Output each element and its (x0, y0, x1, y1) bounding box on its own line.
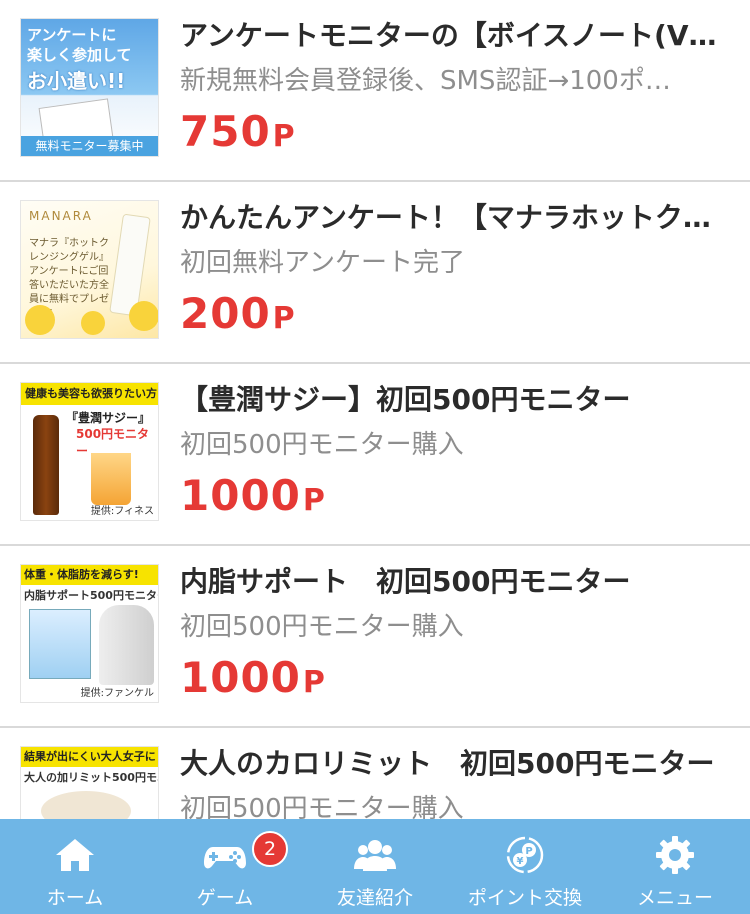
offer-title: 内脂サポート 初回500円モニター (180, 565, 631, 598)
points-unit: P (302, 665, 326, 700)
thumb-header: 結果が出にくい大人女子に (21, 747, 158, 767)
offer-description: 新規無料会員登録後、SMS認証→100ポ… (180, 66, 671, 96)
thumb-credit: 提供:フィネス (90, 506, 154, 517)
glass-illustration (91, 453, 131, 505)
bottle-illustration (33, 415, 59, 515)
thumb-text: 大人の加リミット500円モニター (24, 771, 158, 784)
points-value: 1000 (180, 471, 301, 520)
svg-text:¥: ¥ (517, 856, 524, 867)
tab-menu[interactable]: メニュー (600, 819, 750, 914)
offer-item[interactable]: 健康も美容も欲張りたい方 『豊潤サジー』 500円モニター 提供:フィネス 【豊… (0, 364, 750, 546)
thumb-text: 楽しく参加して (27, 46, 132, 64)
home-icon (56, 839, 94, 871)
tab-game[interactable]: ゲーム 2 (150, 819, 300, 914)
offer-points: 200P (180, 286, 296, 347)
thumb-header: 体重・体脂肪を減らす! (21, 565, 158, 585)
product-box (29, 609, 91, 679)
points-unit: P (272, 301, 296, 336)
friends-icon (354, 840, 396, 871)
offer-description: 初回無料アンケート完了 (180, 248, 465, 278)
offer-item[interactable]: MANARA マナラ『ホットクレンジングゲル』アンケートにご回答いただいた方全員… (0, 182, 750, 364)
tab-label: メニュー (636, 887, 713, 909)
offer-item[interactable]: 体重・体脂肪を減らす! 内脂サポート500円モニター 提供:ファンケル 内脂サポ… (0, 546, 750, 728)
points-value: 200 (180, 289, 271, 338)
thumb-text: 内脂サポート500円モニター (24, 589, 159, 602)
points-unit: P (272, 119, 296, 154)
person-illustration (99, 605, 154, 685)
offer-title: アンケートモニターの【ボイスノート(V… (180, 19, 717, 52)
offer-thumbnail: 体重・体脂肪を減らす! 内脂サポート500円モニター 提供:ファンケル (20, 564, 159, 703)
offer-points: 1000P (180, 468, 326, 529)
tab-label: ホーム (46, 887, 104, 909)
offer-title: かんたんアンケート！【マナラホットク… (180, 201, 711, 234)
notification-badge: 2 (252, 831, 288, 867)
thumb-text: お小遣い!! (27, 69, 126, 93)
point-exchange-icon: P ¥ (506, 836, 544, 874)
tab-friends[interactable]: 友達紹介 (300, 819, 450, 914)
points-unit: P (302, 483, 326, 518)
offer-points: 1000P (180, 650, 326, 711)
offer-list: アンケートに 楽しく参加して お小遣い!! 無料モニター募集中 アンケートモニタ… (0, 0, 750, 914)
tab-home[interactable]: ホーム (0, 819, 150, 914)
thumb-footer: 無料モニター募集中 (21, 136, 158, 156)
thumb-text: アンケートに (27, 26, 117, 44)
lemon-illustration (129, 301, 158, 331)
offer-description: 初回500円モニター購入 (180, 430, 464, 460)
offer-thumbnail: MANARA マナラ『ホットクレンジングゲル』アンケートにご回答いただいた方全員… (20, 200, 159, 339)
offer-thumbnail: アンケートに 楽しく参加して お小遣い!! 無料モニター募集中 (20, 18, 159, 157)
tab-label: ゲーム (196, 887, 254, 909)
thumb-credit: 提供:ファンケル (80, 688, 154, 699)
offer-description: 初回500円モニター購入 (180, 612, 464, 642)
tab-label: ポイント交換 (467, 887, 582, 909)
points-value: 1000 (180, 653, 301, 702)
thumb-text: 『豊潤サジー』 (66, 411, 151, 425)
thumb-header: 健康も美容も欲張りたい方 (21, 383, 158, 405)
points-value: 750 (180, 107, 271, 156)
tab-label: 友達紹介 (336, 887, 413, 909)
tab-point-exchange[interactable]: P ¥ ポイント交換 (450, 819, 600, 914)
offer-thumbnail: 健康も美容も欲張りたい方 『豊潤サジー』 500円モニター 提供:フィネス (20, 382, 159, 521)
svg-text:P: P (525, 846, 532, 857)
gamepad-icon (204, 847, 246, 869)
lemon-illustration (81, 311, 105, 335)
offer-item[interactable]: アンケートに 楽しく参加して お小遣い!! 無料モニター募集中 アンケートモニタ… (0, 0, 750, 182)
offer-points: 750P (180, 104, 296, 165)
gear-icon (656, 836, 694, 874)
thumb-brand: MANARA (29, 209, 93, 223)
bottom-tab-bar: ホーム ゲーム 2 友達紹介 P ¥ ポイント交換 メニュー (0, 819, 750, 914)
offer-title: 【豊潤サジー】初回500円モニター (180, 383, 631, 416)
lemon-illustration (25, 305, 55, 335)
offer-title: 大人のカロリミット 初回500円モニター (180, 747, 715, 780)
